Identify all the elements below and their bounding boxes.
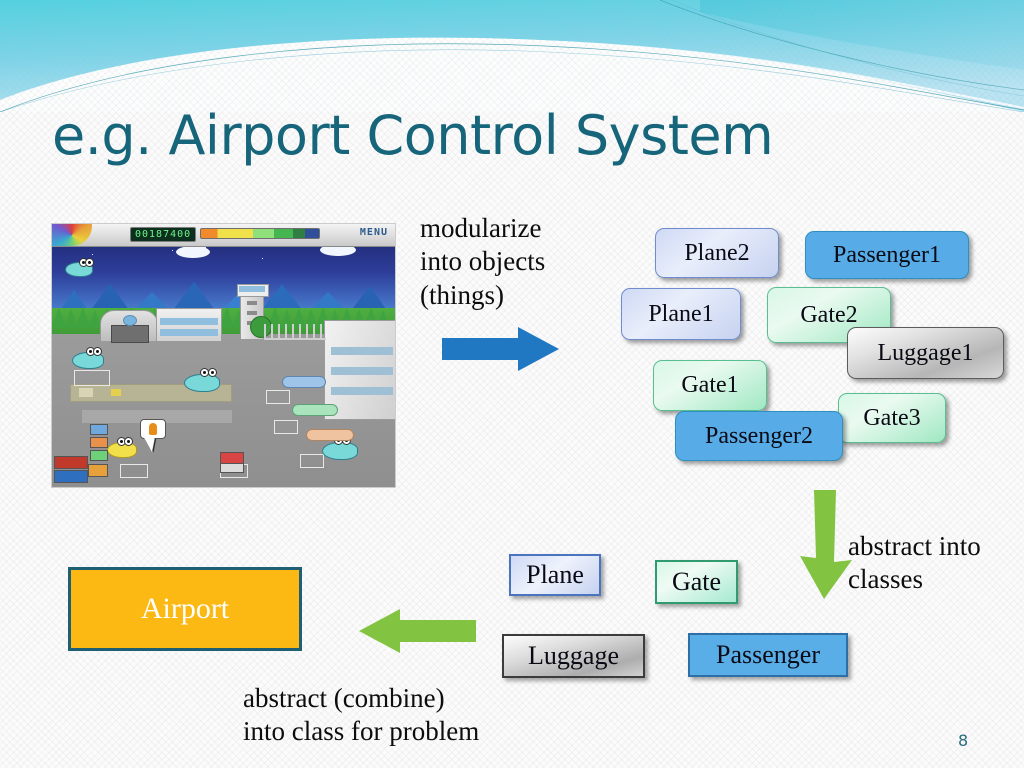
game-score: 00187400 (130, 227, 197, 242)
game-crate (220, 463, 244, 473)
game-plane (65, 258, 94, 277)
blue-right-arrow-svg (442, 327, 559, 371)
modularize-note: modularize into objects (things) (420, 213, 546, 310)
object-box-luggage1[interactable]: Luggage1 (847, 327, 1004, 379)
object-box-gate1[interactable]: Gate1 (653, 360, 767, 411)
game-crate (54, 470, 88, 483)
class-box-passenger[interactable]: Passenger (688, 633, 848, 677)
game-parking-stand (120, 464, 148, 478)
game-plane (107, 437, 137, 458)
game-menu-button[interactable]: MENU (360, 227, 388, 238)
game-plane (292, 404, 338, 416)
airport-class-box: Airport (68, 567, 302, 651)
game-crate (54, 456, 88, 469)
object-box-label: Luggage1 (877, 339, 974, 366)
green-left-arrow (358, 608, 476, 659)
object-box-passenger1[interactable]: Passenger1 (805, 231, 969, 279)
game-terminal (156, 308, 222, 342)
object-box-label: Plane2 (684, 239, 750, 266)
game-crate (90, 424, 108, 435)
wave-svg (0, 0, 1024, 112)
object-box-label: Passenger1 (833, 241, 941, 268)
class-box-label: Gate (671, 567, 722, 596)
blue-right-arrow (442, 326, 560, 377)
class-box-gate[interactable]: Gate (655, 560, 738, 604)
decorative-wave-banner (0, 0, 1024, 112)
airport-game-screenshot: 00187400 MENU (51, 223, 396, 488)
game-parking-stand (74, 370, 110, 386)
game-passenger-icon (149, 423, 157, 435)
game-crate (90, 450, 108, 461)
class-box-label: Passenger (716, 640, 820, 669)
game-crate (90, 437, 108, 448)
game-fence (264, 324, 326, 340)
game-crate (88, 464, 108, 477)
airport-class-label: Airport (140, 592, 230, 625)
game-plane (322, 436, 358, 460)
abstract-into-classes-note: abstract into classes (848, 531, 981, 595)
object-box-label: Plane1 (648, 300, 714, 327)
game-plane (72, 347, 104, 369)
class-box-luggage[interactable]: Luggage (502, 634, 645, 678)
game-progress-bar (200, 228, 320, 239)
class-box-label: Luggage (528, 641, 619, 670)
game-plane (184, 368, 220, 392)
object-box-label: Gate3 (863, 404, 921, 431)
game-plane (282, 376, 326, 388)
slide-canvas: e.g. Airport Control System 00187400 MEN… (0, 0, 1024, 768)
class-box-label: Plane (526, 560, 584, 589)
game-parking-stand (266, 390, 290, 404)
page-number: 8 (958, 731, 969, 750)
class-box-plane[interactable]: Plane (509, 554, 601, 596)
object-box-plane2[interactable]: Plane2 (655, 228, 779, 278)
object-box-plane1[interactable]: Plane1 (621, 288, 741, 340)
object-box-label: Gate1 (681, 372, 739, 398)
object-box-gate3[interactable]: Gate3 (838, 393, 946, 443)
game-parking-stand (300, 454, 324, 468)
object-box-label: Gate2 (800, 301, 858, 328)
game-parking-stand (274, 420, 298, 434)
game-plane (306, 429, 354, 441)
abstract-combine-note: abstract (combine) into class for proble… (243, 683, 480, 747)
page-title: e.g. Airport Control System (52, 104, 774, 167)
green-left-arrow-svg (359, 609, 476, 653)
game-hangar (100, 310, 158, 343)
object-box-label: Passenger2 (705, 422, 813, 449)
object-box-passenger2[interactable]: Passenger2 (675, 411, 843, 461)
